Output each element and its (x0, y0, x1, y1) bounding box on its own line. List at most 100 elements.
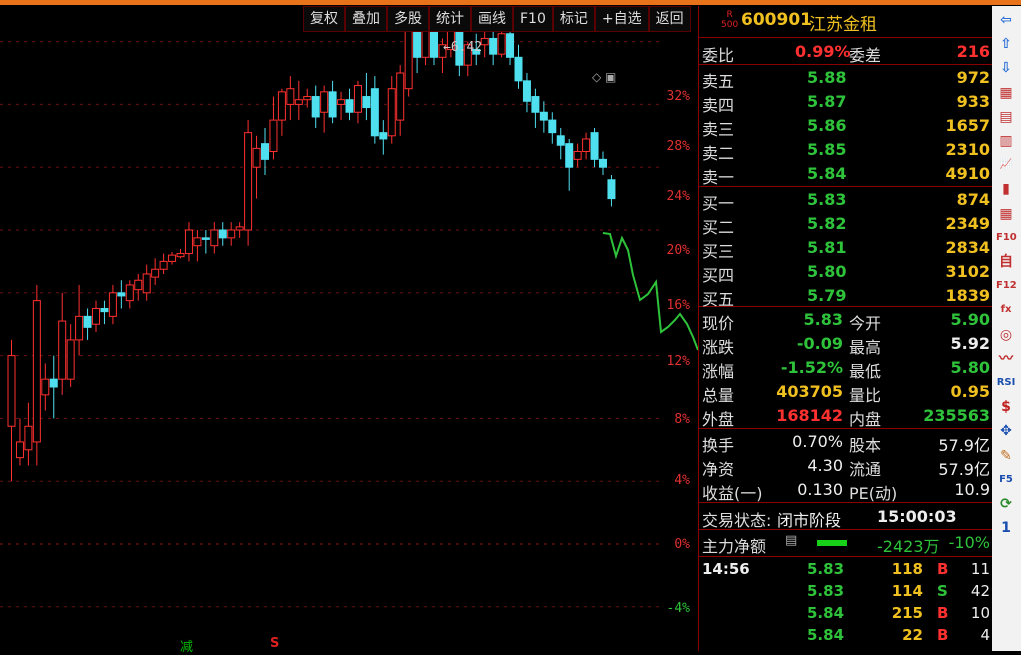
candle (556, 127, 565, 160)
candle-body (168, 254, 177, 262)
r-badge: R 500 (721, 10, 739, 30)
ask-row[interactable]: 卖四 5.87 933 (699, 90, 993, 115)
tick-count: 10 (970, 604, 990, 622)
candle-body (480, 37, 489, 46)
1-icon[interactable]: 1 (996, 518, 1016, 538)
stat-label: 总量 (702, 386, 735, 405)
bid-price: 5.83 (807, 190, 847, 209)
ask-row[interactable]: 卖五 5.88 972 (699, 66, 993, 91)
candle (430, 32, 438, 66)
fundamental-value: 57.9亿 (938, 436, 990, 455)
trade-status-label: 交易状态: (702, 511, 772, 530)
up-arrow-icon[interactable]: ⇧ (996, 34, 1016, 54)
candle-body (548, 119, 557, 134)
candle-body (286, 88, 295, 105)
fundamental-row: 收益(一) 0.130 PE(动) 10.9 (699, 478, 993, 503)
candlestick-chart[interactable]: ◇ ▣ 32% 28% 24% 20% 16% 12% 8% 4% 0% -4% (0, 32, 698, 651)
candle (320, 85, 329, 133)
bid-row[interactable]: 买二 5.82 2349 (699, 212, 993, 237)
list-icon[interactable]: ▤ (785, 533, 797, 548)
candle-body (387, 88, 396, 137)
candle-body (489, 37, 498, 55)
candle (227, 222, 236, 246)
candle-body (573, 151, 582, 160)
bid-price: 5.82 (807, 214, 847, 233)
f10-button[interactable]: F10 (513, 6, 553, 32)
circle-icon[interactable]: ◎ (996, 325, 1016, 345)
candle-chart-icon[interactable]: ▮ (996, 179, 1016, 199)
list-alt-icon[interactable]: ▥ (996, 131, 1016, 151)
table-icon[interactable]: ▦ (996, 204, 1016, 224)
grid-icon[interactable]: ▤ (996, 107, 1016, 127)
fundamental-label: 净资 (702, 460, 735, 479)
overlay-button[interactable]: 叠加 (345, 6, 387, 32)
bid-row[interactable]: 买一 5.83 874 (699, 188, 993, 213)
candle-body (320, 91, 329, 113)
back-button[interactable]: 返回 (648, 6, 691, 32)
move-icon[interactable]: ✥ (996, 421, 1016, 441)
refresh-icon[interactable]: ⟳ (996, 494, 1016, 514)
ask-row[interactable]: 卖一 5.84 4910 (699, 162, 993, 187)
candlestick-svg[interactable] (0, 32, 698, 651)
candle (337, 91, 346, 121)
tick-volume: 22 (902, 626, 923, 644)
candle (151, 258, 160, 285)
candle-body (227, 229, 236, 239)
candle-body (556, 135, 565, 146)
line-chart-icon[interactable]: 📈 (996, 155, 1016, 175)
ask-row[interactable]: 卖三 5.86 1657 (699, 114, 993, 139)
pencil-icon[interactable]: ✎ (996, 446, 1016, 466)
add-watchlist-button[interactable]: +自选 (594, 6, 649, 32)
ask-volume: 972 (956, 68, 990, 87)
candle (184, 222, 193, 262)
f10-icon[interactable]: F10 (996, 228, 1017, 248)
self-icon[interactable]: 自 (996, 252, 1016, 272)
candle-body (49, 378, 58, 388)
multi-stock-button[interactable]: 多股 (387, 6, 429, 32)
tick-time: 14:56 (702, 560, 750, 578)
ask-row[interactable]: 卖二 5.85 2310 (699, 138, 993, 163)
candle (244, 120, 253, 246)
statistics-button[interactable]: 统计 (429, 6, 471, 32)
weibi-label: 委比 (702, 46, 735, 65)
candle-body (261, 143, 269, 160)
y-tick-0: 0% (674, 537, 690, 552)
chart-view-toggle-icons[interactable]: ◇ ▣ (592, 70, 616, 84)
tick-volume: 215 (891, 604, 923, 622)
bid-row[interactable]: 买五 5.79 1839 (699, 284, 993, 309)
rsi-icon[interactable]: RSI (996, 373, 1016, 393)
divider (699, 529, 993, 530)
trade-status-value: 闭市阶段 (777, 511, 842, 530)
tick-side: B (937, 604, 949, 622)
draw-line-button[interactable]: 画线 (471, 6, 513, 32)
f12-icon[interactable]: F12 (996, 276, 1017, 296)
ask-price: 5.88 (807, 68, 847, 87)
candle (387, 76, 396, 144)
wave-icon[interactable]: 〰 (996, 349, 1016, 369)
candle (607, 175, 616, 207)
candle (404, 32, 413, 97)
restore-rights-button[interactable]: 复权 (303, 6, 345, 32)
candle (117, 280, 126, 309)
candle (480, 32, 489, 58)
candle (421, 32, 430, 66)
candle (168, 251, 177, 265)
f5-icon[interactable]: F5 (996, 470, 1016, 490)
bid-label: 买二 (702, 218, 735, 237)
bid-row[interactable]: 买四 5.80 3102 (699, 260, 993, 285)
tick-count: 4 (980, 626, 990, 644)
bid-volume: 2834 (945, 238, 990, 257)
bid-row[interactable]: 买三 5.81 2834 (699, 236, 993, 261)
mark-button[interactable]: 标记 (552, 6, 595, 32)
tick-row: 5.83 114 S 42 (699, 581, 993, 603)
candle (294, 80, 303, 121)
fx-icon[interactable]: fx (996, 300, 1016, 320)
down-arrow-icon[interactable]: ⇩ (996, 58, 1016, 78)
s-icon[interactable]: $ (996, 397, 1016, 417)
main-flow-row[interactable]: 主力净额 ▤ -2423万 -10% (699, 531, 993, 556)
bid-price: 5.81 (807, 238, 847, 257)
stat-value: 5.80 (950, 358, 990, 377)
back-arrow-icon[interactable]: ⇦ (996, 10, 1016, 30)
list-icon[interactable]: ▦ (996, 83, 1016, 103)
candle-body (235, 226, 244, 231)
